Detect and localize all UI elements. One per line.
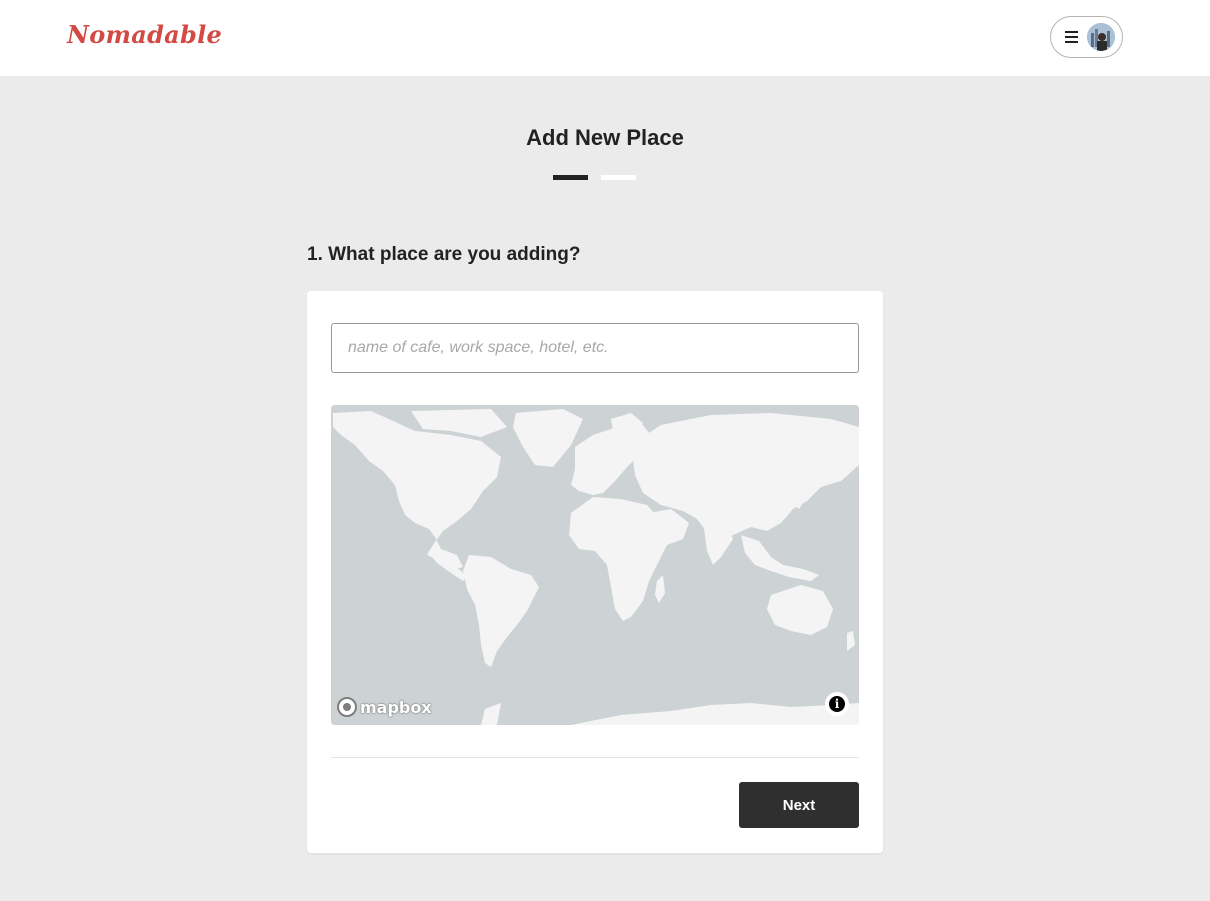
question-heading: 1. What place are you adding? bbox=[307, 244, 581, 265]
step-indicator-active bbox=[553, 175, 588, 180]
mapbox-logo-text: mapbox bbox=[360, 697, 432, 717]
user-avatar bbox=[1087, 23, 1115, 51]
hamburger-icon bbox=[1065, 31, 1078, 43]
page-title: Add New Place bbox=[526, 125, 684, 150]
user-menu-button[interactable] bbox=[1050, 16, 1123, 58]
mapbox-logo[interactable]: mapbox bbox=[337, 695, 432, 719]
mapbox-logo-icon bbox=[337, 697, 357, 717]
card-divider bbox=[331, 757, 859, 758]
info-icon: i bbox=[829, 696, 845, 712]
map-attribution-button[interactable]: i bbox=[825, 692, 849, 716]
nomadable-logo[interactable]: Nomadable bbox=[67, 20, 222, 49]
add-place-card: mapbox i Next bbox=[307, 291, 883, 853]
top-header: Nomadable bbox=[0, 0, 1210, 76]
step-indicator-inactive bbox=[601, 175, 636, 180]
world-map-graphic bbox=[331, 405, 859, 725]
place-name-input[interactable] bbox=[331, 323, 859, 373]
world-map[interactable]: mapbox i bbox=[331, 405, 859, 725]
next-button[interactable]: Next bbox=[739, 782, 859, 828]
